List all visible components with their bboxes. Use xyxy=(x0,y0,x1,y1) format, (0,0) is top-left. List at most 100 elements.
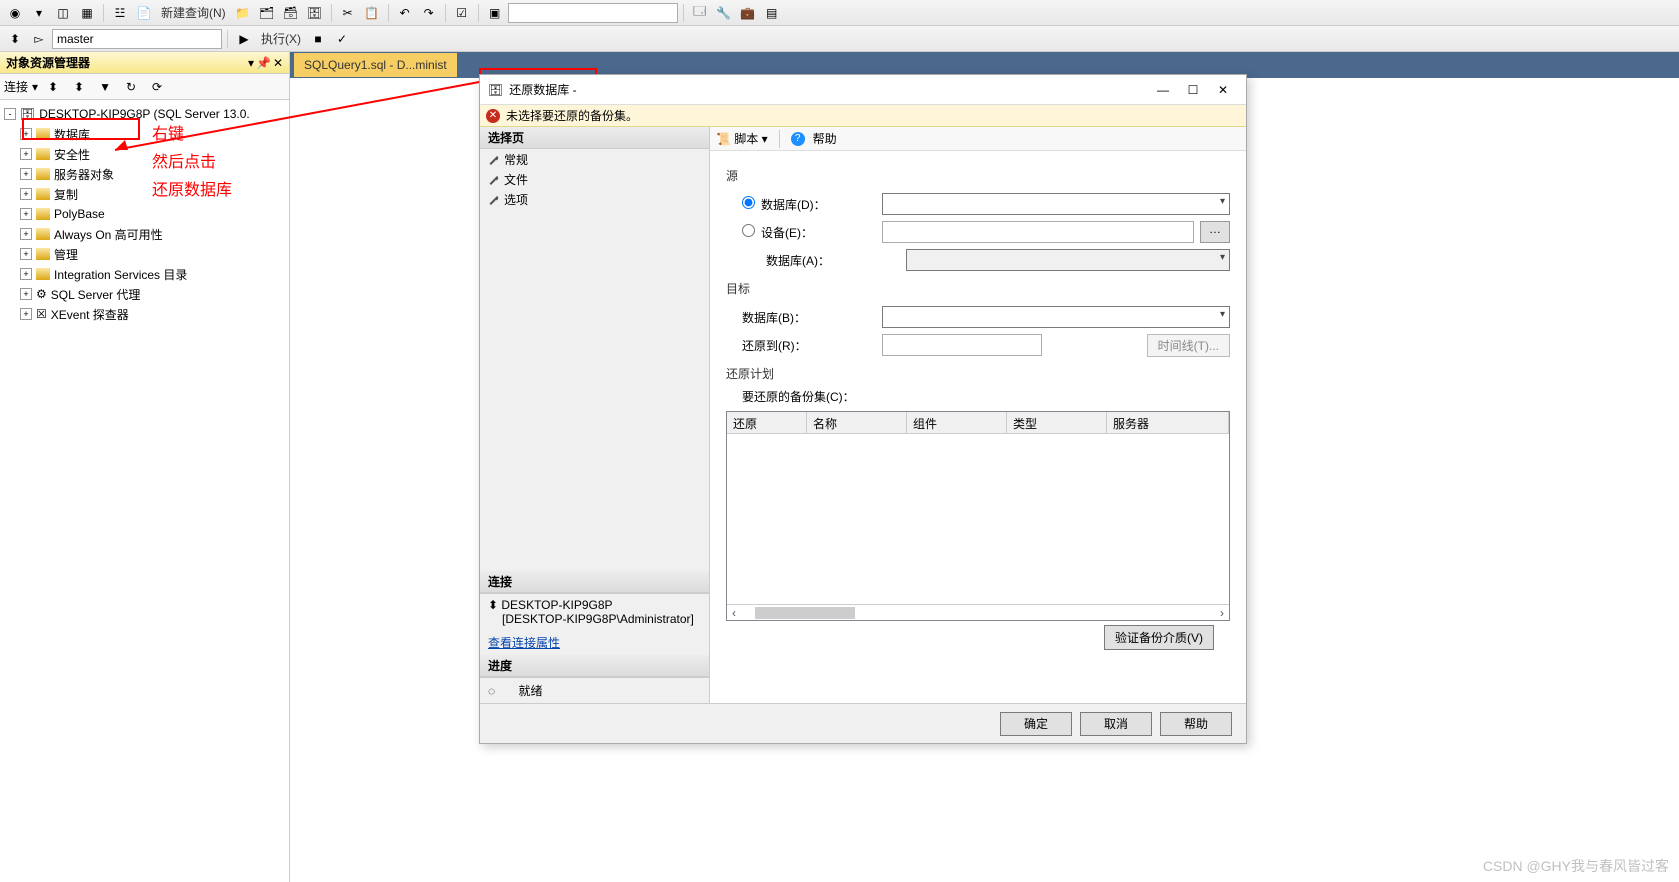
page-general[interactable]: 常规 xyxy=(480,149,709,169)
tool-icon[interactable]: ▻ xyxy=(28,28,50,50)
expand-icon[interactable]: + xyxy=(20,148,32,160)
tool-icon[interactable]: ✓ xyxy=(331,28,353,50)
page-files[interactable]: 文件 xyxy=(480,169,709,189)
backup-sets-table[interactable]: 还原 名称 组件 类型 服务器 ‹ › xyxy=(726,411,1230,621)
connection-info: ⬍ DESKTOP-KIP9G8P [DESKTOP-KIP9G8P\Admin… xyxy=(480,593,709,630)
expand-icon[interactable]: + xyxy=(20,128,32,140)
tool-icon[interactable]: ▾ xyxy=(28,2,50,24)
tool-icon[interactable]: 🗃 xyxy=(280,2,302,24)
verify-backup-button[interactable]: 验证备份介质(V) xyxy=(1104,625,1214,650)
database-combo[interactable]: master xyxy=(52,29,222,49)
server-node[interactable]: - 🗄 DESKTOP-KIP9G8P (SQL Server 13.0. xyxy=(2,104,287,124)
source-device-radio[interactable] xyxy=(742,224,755,237)
folder-icon xyxy=(36,148,50,160)
dialog-content: 📜 脚本 ▾ ? 帮助 源 数据库(D)： 设备(E)： … 数据库(A)： xyxy=(710,127,1246,703)
close-button[interactable]: ✕ xyxy=(1208,79,1238,101)
view-connection-link[interactable]: 查看连接属性 xyxy=(480,630,709,655)
tool-icon[interactable]: 💼 xyxy=(737,2,759,24)
tree-node[interactable]: +⚙SQL Server 代理 xyxy=(18,284,287,304)
execute-button[interactable]: 执行(X) xyxy=(261,30,301,47)
expand-icon[interactable]: + xyxy=(20,208,32,220)
script-button[interactable]: 📜 脚本 ▾ xyxy=(716,130,768,147)
new-query-icon[interactable]: 📄 xyxy=(133,2,155,24)
folder-icon xyxy=(36,208,50,220)
device-database-combo xyxy=(906,249,1230,271)
tree-node[interactable]: +Always On 高可用性 xyxy=(18,224,287,244)
tool-icon[interactable]: 📁 xyxy=(232,2,254,24)
undo-icon[interactable]: ↶ xyxy=(394,2,416,24)
timeline-button: 时间线(T)... xyxy=(1147,334,1230,357)
connection-header: 连接 xyxy=(480,571,709,593)
page-options[interactable]: 选项 xyxy=(480,189,709,209)
tool-icon[interactable]: ▤ xyxy=(761,2,783,24)
error-icon: ✕ xyxy=(486,109,500,123)
tool-icon[interactable]: ⟳ xyxy=(146,76,168,98)
expand-icon[interactable]: - xyxy=(4,108,16,120)
stop-icon[interactable]: ■ xyxy=(307,28,329,50)
folder-icon xyxy=(36,228,50,240)
tool-icon[interactable]: 🗔 xyxy=(689,2,711,24)
restore-to-input[interactable] xyxy=(882,334,1042,356)
wrench-icon[interactable]: 🔧 xyxy=(713,2,735,24)
source-database-combo[interactable] xyxy=(882,193,1230,215)
cut-icon[interactable]: ✂ xyxy=(337,2,359,24)
expand-icon[interactable]: + xyxy=(20,228,32,240)
tree-node[interactable]: +☒XEvent 探查器 xyxy=(18,304,287,324)
dropdown-icon[interactable]: ▾ xyxy=(32,80,38,94)
tree-node[interactable]: +Integration Services 目录 xyxy=(18,264,287,284)
close-icon[interactable]: ✕ xyxy=(273,56,283,70)
help-icon[interactable]: ? xyxy=(791,132,805,146)
dialog-icon: 🗄 xyxy=(488,83,503,97)
target-label: 目标 xyxy=(726,280,1230,297)
secondary-toolbar: ⬍ ▻ master ▶ 执行(X) ■ ✓ xyxy=(0,26,1679,52)
xevent-icon: ☒ xyxy=(36,307,47,321)
warning-bar: ✕ 未选择要还原的备份集。 xyxy=(480,105,1246,127)
expand-icon[interactable]: + xyxy=(20,308,32,320)
folder-icon xyxy=(36,188,50,200)
tool-icon[interactable]: ▣ xyxy=(484,2,506,24)
panel-title: 对象资源管理器 xyxy=(6,54,248,71)
tool-icon[interactable]: ⬍ xyxy=(42,76,64,98)
tool-icon[interactable]: ▦ xyxy=(76,2,98,24)
connect-label[interactable]: 连接 xyxy=(4,78,28,95)
folder-icon xyxy=(36,268,50,280)
expand-icon[interactable]: + xyxy=(20,268,32,280)
tool-icon[interactable]: 🗂 xyxy=(256,2,278,24)
help-button[interactable]: 帮助 xyxy=(1160,712,1232,736)
help-button[interactable]: 帮助 xyxy=(813,130,837,147)
pin-icon[interactable]: 📌 xyxy=(256,56,271,70)
document-tab[interactable]: SQLQuery1.sql - D...minist xyxy=(294,53,457,77)
minimize-button[interactable]: — xyxy=(1148,79,1178,101)
tree-node[interactable]: +管理 xyxy=(18,244,287,264)
tool-icon[interactable]: ⬍ xyxy=(4,28,26,50)
source-database-radio[interactable] xyxy=(742,196,755,209)
tool-icon[interactable]: ☳ xyxy=(109,2,131,24)
dropdown-icon[interactable]: ▾ xyxy=(248,56,254,70)
tool-icon[interactable]: ◉ xyxy=(4,2,26,24)
device-browse-button[interactable]: … xyxy=(1200,221,1230,243)
expand-icon[interactable]: + xyxy=(20,168,32,180)
expand-icon[interactable]: + xyxy=(20,188,32,200)
search-combo[interactable] xyxy=(508,3,678,23)
expand-icon[interactable]: + xyxy=(20,288,32,300)
execute-icon[interactable]: ▶ xyxy=(233,28,255,50)
ok-button[interactable]: 确定 xyxy=(1000,712,1072,736)
filter-icon[interactable]: ▼ xyxy=(94,76,116,98)
new-query-button[interactable]: 新建查询(N) xyxy=(161,4,226,21)
tree-node[interactable]: +PolyBase xyxy=(18,204,287,224)
cancel-button[interactable]: 取消 xyxy=(1080,712,1152,736)
annotation-text: 还原数据库 xyxy=(152,176,232,200)
horizontal-scrollbar[interactable]: ‹ › xyxy=(727,604,1229,620)
tool-icon[interactable]: ◫ xyxy=(52,2,74,24)
copy-icon[interactable]: 📋 xyxy=(361,2,383,24)
tool-icon[interactable]: ☑ xyxy=(451,2,473,24)
maximize-button[interactable]: ☐ xyxy=(1178,79,1208,101)
tool-icon[interactable]: ↻ xyxy=(120,76,142,98)
dialog-title: 还原数据库 - xyxy=(509,81,1148,98)
redo-icon[interactable]: ↷ xyxy=(418,2,440,24)
tool-icon[interactable]: ⬍ xyxy=(68,76,90,98)
tool-icon[interactable]: 🗄 xyxy=(304,2,326,24)
expand-icon[interactable]: + xyxy=(20,248,32,260)
target-database-combo[interactable] xyxy=(882,306,1230,328)
device-input[interactable] xyxy=(882,221,1194,243)
